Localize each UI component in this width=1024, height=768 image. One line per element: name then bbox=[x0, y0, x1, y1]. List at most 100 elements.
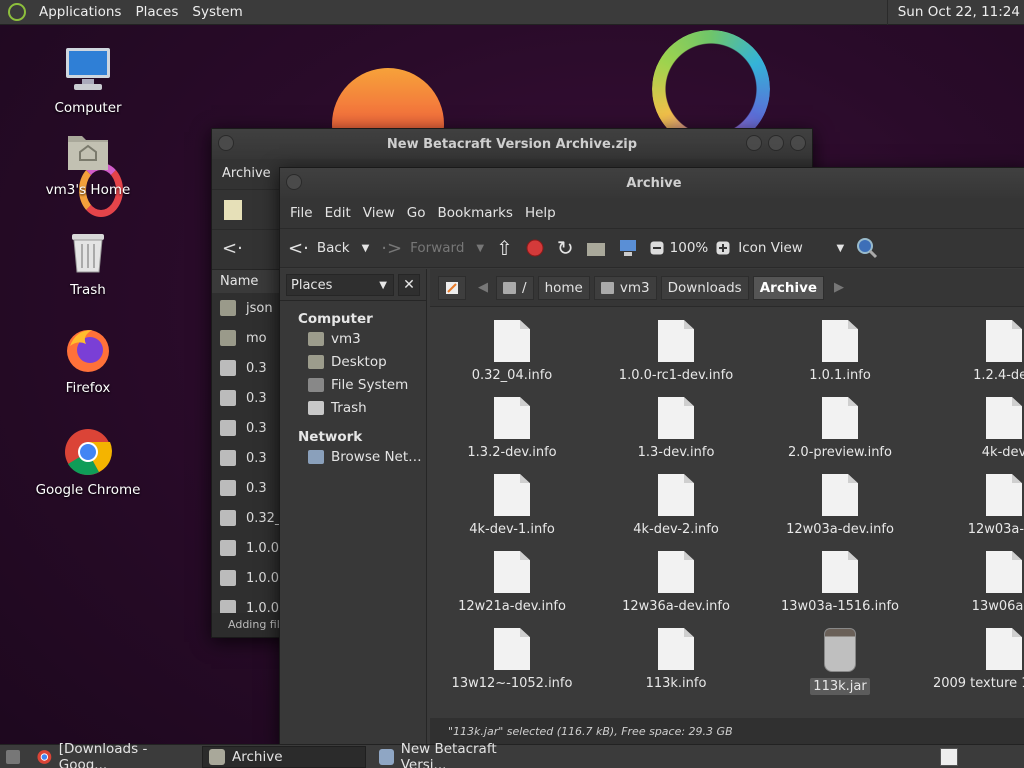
desktop-icon-chrome[interactable]: Google Chrome bbox=[33, 428, 143, 498]
file-item[interactable]: 13w03a-1516.info bbox=[758, 551, 922, 614]
stop-icon[interactable] bbox=[525, 238, 545, 258]
path-segment-downloads[interactable]: Downloads bbox=[660, 275, 749, 300]
minimize-button[interactable] bbox=[746, 135, 762, 151]
file-item[interactable]: 13w06a-d bbox=[922, 551, 1024, 614]
file-item[interactable]: 1.3.2-dev.info bbox=[430, 397, 594, 460]
up-arrow-icon[interactable]: ⇧ bbox=[496, 236, 513, 260]
desktop-icon-label: Trash bbox=[70, 282, 106, 298]
sidebar-header: Places ▼ ✕ bbox=[280, 269, 426, 301]
jar-file-icon bbox=[220, 480, 236, 496]
menu-view[interactable]: View bbox=[357, 205, 401, 221]
desktop-icon-firefox[interactable]: Firefox bbox=[33, 326, 143, 396]
file-item[interactable]: 1.2.4-dev bbox=[922, 320, 1024, 383]
zoom-out-icon[interactable] bbox=[650, 241, 664, 255]
clock[interactable]: Sun Oct 22, 11:24 bbox=[886, 0, 1024, 25]
menu-help[interactable]: Help bbox=[519, 205, 562, 221]
path-segment-home[interactable]: home bbox=[537, 275, 590, 300]
desktop-icon-trash[interactable]: Trash bbox=[33, 228, 143, 298]
desktop-icon-home[interactable]: vm3's Home bbox=[33, 128, 143, 198]
menu-places[interactable]: Places bbox=[128, 4, 185, 20]
document-icon bbox=[986, 551, 1022, 593]
home-icon[interactable] bbox=[586, 239, 606, 257]
file-name-label: 2.0-preview.info bbox=[788, 445, 892, 460]
document-icon bbox=[986, 628, 1022, 670]
close-sidebar-button[interactable]: ✕ bbox=[398, 273, 420, 296]
window-menu-button[interactable] bbox=[286, 174, 302, 190]
close-button[interactable] bbox=[790, 135, 806, 151]
maximize-button[interactable] bbox=[768, 135, 784, 151]
back-arrow-icon[interactable]: <· bbox=[222, 238, 243, 259]
new-archive-icon[interactable] bbox=[212, 190, 252, 230]
archive-window-title: New Betacraft Version Archive.zip bbox=[386, 136, 638, 152]
path-scroll-left-icon[interactable]: ◀ bbox=[478, 280, 488, 295]
file-item[interactable]: 113k.info bbox=[594, 628, 758, 691]
path-segment-root[interactable]: / bbox=[496, 275, 534, 300]
menu-edit[interactable]: Edit bbox=[319, 205, 357, 221]
chevron-down-icon[interactable]: ▼ bbox=[476, 243, 484, 254]
file-item[interactable]: 1.3-dev.info bbox=[594, 397, 758, 460]
document-icon bbox=[494, 320, 530, 362]
document-icon bbox=[494, 628, 530, 670]
document-icon bbox=[658, 397, 694, 439]
workspace-switcher-icon[interactable] bbox=[940, 748, 958, 766]
file-item[interactable]: 0.32_04.info bbox=[430, 320, 594, 383]
document-icon bbox=[658, 628, 694, 670]
sidebar-section-network: Network bbox=[298, 429, 363, 445]
file-item[interactable]: 13w12~-1052.info bbox=[430, 628, 594, 691]
file-item[interactable]: 1.0.0-rc1-dev.info bbox=[594, 320, 758, 383]
menu-file[interactable]: File bbox=[284, 205, 319, 221]
path-segment-archive[interactable]: Archive bbox=[752, 275, 825, 300]
sidebar-item-trash[interactable]: Trash bbox=[280, 396, 426, 419]
sidebar-item-vm3[interactable]: vm3 bbox=[280, 327, 426, 350]
menu-system[interactable]: System bbox=[185, 4, 249, 20]
sidebar-item-desktop[interactable]: Desktop bbox=[280, 350, 426, 373]
search-icon[interactable] bbox=[856, 237, 878, 259]
menu-go[interactable]: Go bbox=[401, 205, 432, 221]
document-icon bbox=[658, 551, 694, 593]
show-desktop-icon[interactable] bbox=[6, 749, 20, 764]
file-item[interactable]: 12w03a-de bbox=[922, 474, 1024, 537]
file-item[interactable]: 2009 texture 161148. bbox=[922, 628, 1024, 691]
file-name-label: 1.0.1.info bbox=[809, 368, 871, 383]
archive-window-titlebar[interactable]: New Betacraft Version Archive.zip bbox=[212, 129, 812, 159]
path-segment-vm3[interactable]: vm3 bbox=[593, 275, 657, 300]
zoom-in-icon[interactable] bbox=[716, 241, 730, 255]
computer-icon[interactable] bbox=[618, 239, 638, 257]
file-item[interactable]: 4k-dev-1.info bbox=[430, 474, 594, 537]
taskbar-item-betacraft-archive[interactable]: New Betacraft Versi... bbox=[372, 741, 542, 768]
file-item[interactable]: 2.0-preview.info bbox=[758, 397, 922, 460]
forward-button[interactable]: ·> Forward ▼ bbox=[381, 238, 484, 259]
back-button[interactable]: <· Back ▼ bbox=[288, 238, 369, 259]
file-item[interactable]: 12w03a-dev.info bbox=[758, 474, 922, 537]
file-manager-window[interactable]: Archive File Edit View Go Bookmarks Help… bbox=[279, 167, 1024, 747]
reload-icon[interactable]: ↻ bbox=[557, 236, 574, 260]
menu-bookmarks[interactable]: Bookmarks bbox=[432, 205, 519, 221]
menu-applications[interactable]: Applications bbox=[32, 4, 128, 20]
file-item[interactable]: 4k-dev bbox=[922, 397, 1024, 460]
document-icon bbox=[986, 474, 1022, 516]
taskbar-item-archive[interactable]: Archive bbox=[202, 745, 366, 768]
edit-location-button[interactable] bbox=[438, 275, 466, 300]
window-menu-button[interactable] bbox=[218, 135, 234, 151]
taskbar-item-downloads[interactable]: [Downloads - Goog... bbox=[30, 741, 196, 768]
document-icon bbox=[658, 320, 694, 362]
file-manager-menubar: File Edit View Go Bookmarks Help bbox=[280, 198, 1024, 228]
file-item[interactable]: 12w36a-dev.info bbox=[594, 551, 758, 614]
menu-archive[interactable]: Archive bbox=[222, 166, 271, 181]
distro-logo-icon[interactable] bbox=[8, 3, 26, 21]
file-item[interactable]: 1.0.1.info bbox=[758, 320, 922, 383]
file-name-label: 13w03a-1516.info bbox=[781, 599, 899, 614]
jar-file-icon bbox=[220, 540, 236, 556]
desktop-icon-computer[interactable]: Computer bbox=[33, 46, 143, 116]
chevron-down-icon[interactable]: ▼ bbox=[362, 243, 370, 254]
file-item-jar[interactable]: 113k.jar bbox=[758, 628, 922, 695]
file-item[interactable]: 12w21a-dev.info bbox=[430, 551, 594, 614]
path-scroll-right-icon[interactable]: ▶ bbox=[834, 280, 844, 295]
file-item[interactable]: 4k-dev-2.info bbox=[594, 474, 758, 537]
sidebar-type-select[interactable]: Places ▼ bbox=[286, 273, 394, 296]
file-icon-grid: 0.32_04.info 1.0.0-rc1-dev.info 1.0.1.info… bbox=[430, 308, 1024, 718]
view-mode-select[interactable]: Icon View ▼ bbox=[738, 240, 844, 256]
file-manager-titlebar[interactable]: Archive bbox=[280, 168, 1024, 198]
sidebar-item-file-system[interactable]: File System bbox=[280, 373, 426, 396]
sidebar-item-browse-network[interactable]: Browse Net… bbox=[280, 445, 426, 468]
